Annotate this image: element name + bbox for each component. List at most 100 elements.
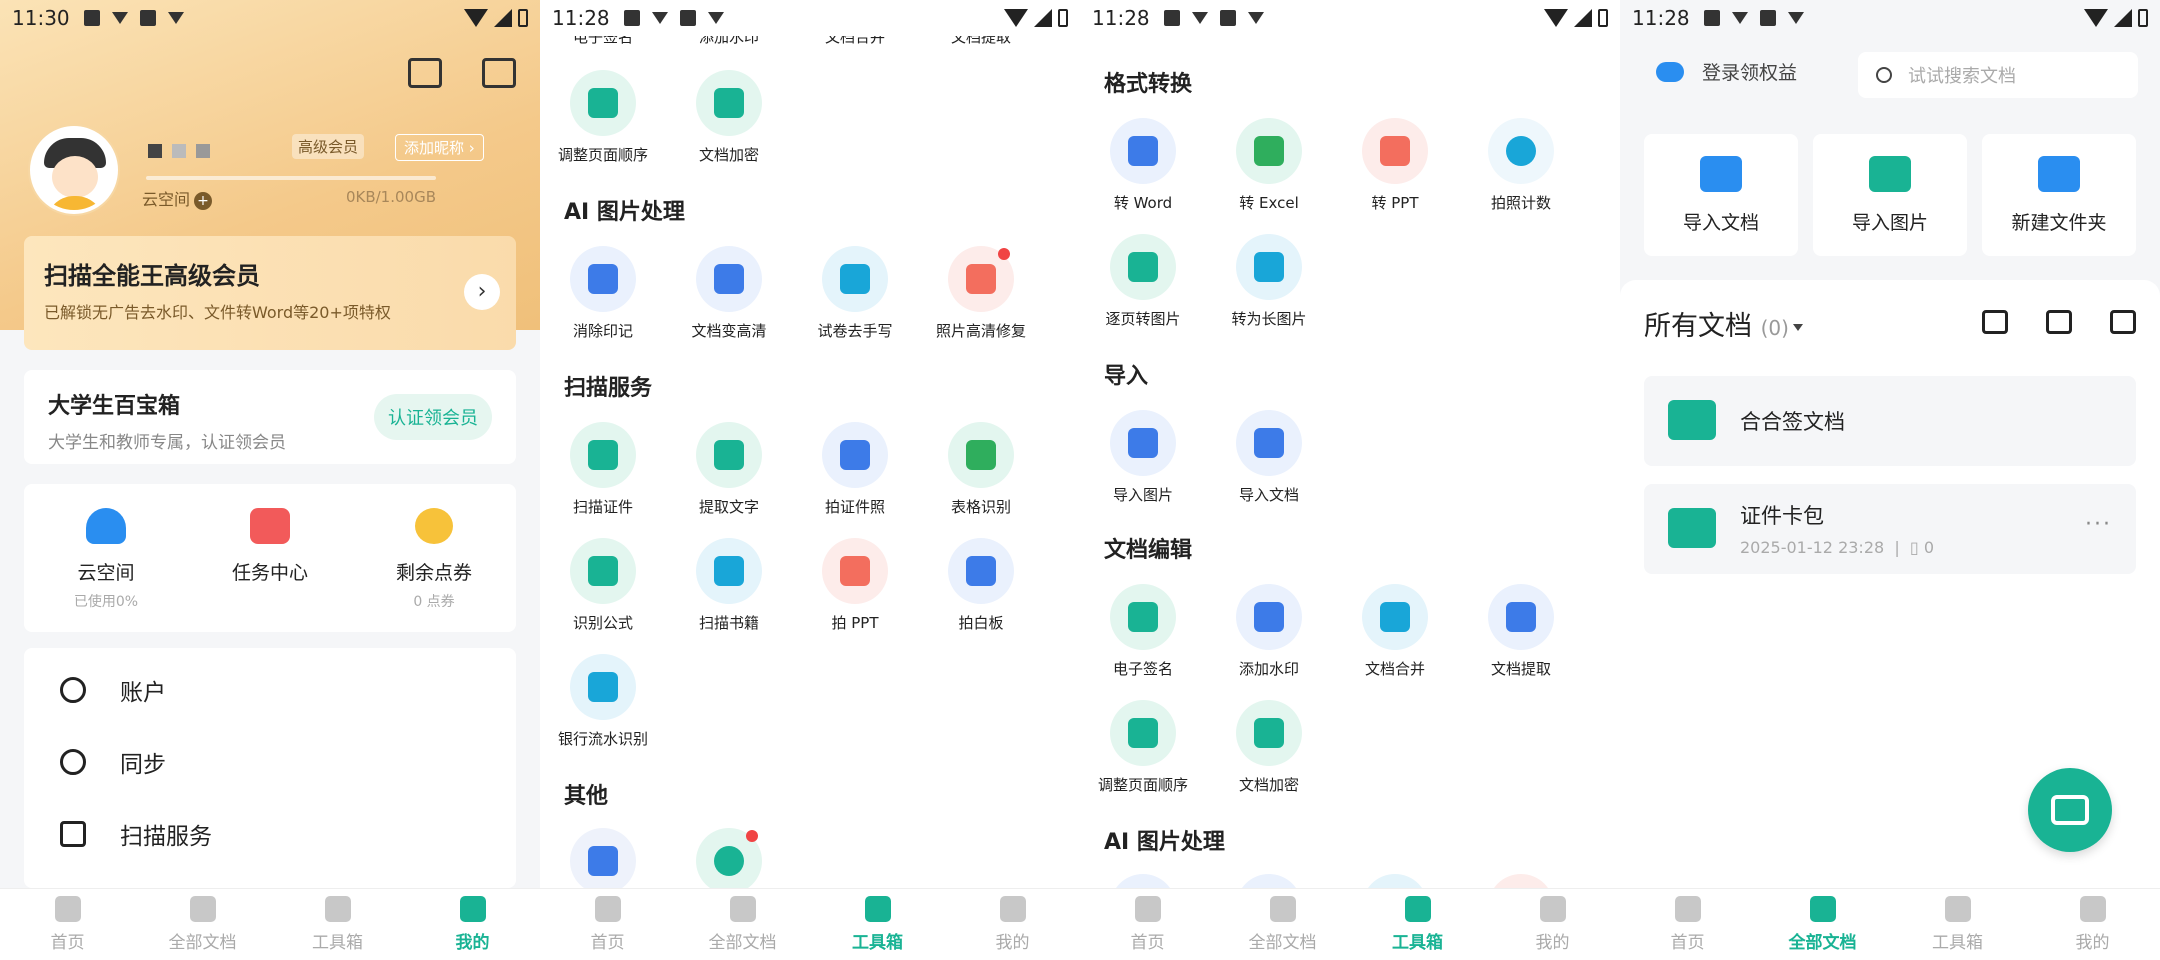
tab-all-docs[interactable]: 全部文档 (135, 889, 270, 960)
tab-home[interactable]: 首页 (0, 889, 135, 960)
import-doc-button[interactable]: 导入文档 (1644, 134, 1798, 256)
tool-bank-statement[interactable]: 银行流水识别 (540, 654, 666, 749)
all-docs-dropdown[interactable]: 所有文档 (0) (1644, 304, 1803, 343)
tool-photo-restore[interactable]: 照片高清修复 (918, 246, 1044, 341)
user-icon (459, 896, 486, 922)
chevron-right-icon[interactable]: › (464, 274, 500, 310)
tab-home[interactable]: 首页 (1080, 889, 1215, 960)
tool-encrypt-doc[interactable]: 文档加密 (666, 70, 792, 165)
status-time: 11:30 (12, 6, 70, 30)
menu-item-scan-service[interactable]: 扫描服务 (24, 798, 516, 870)
stat-task-center[interactable]: 任务中心 (188, 484, 352, 632)
dropdown-arrow-icon (1792, 324, 1803, 331)
tab-all-docs[interactable]: 全部文档 (675, 889, 810, 960)
vip-card[interactable]: 扫描全能王高级会员 已解锁无广告去水印、文件转Word等20+项特权 › (24, 236, 516, 350)
login-rewards-link[interactable]: 登录领权益 (1656, 58, 1797, 85)
tool-table-recognition[interactable]: 表格识别 (918, 422, 1044, 517)
status-bar: 11:28 (1620, 0, 2160, 36)
merge-icon (1380, 602, 1410, 632)
tool-whiteboard[interactable]: 拍白板 (918, 538, 1044, 633)
tab-my[interactable]: 我的 (405, 889, 540, 960)
screen-my: 11:30 高级会员 添加昵称 › 云空间 + 0KB/1.00GB 扫描全能王高… (0, 0, 540, 960)
tab-toolbox[interactable]: 工具箱 (1890, 889, 2025, 960)
tool-to-word[interactable]: 转 Word (1080, 118, 1206, 213)
tab-all-docs[interactable]: 全部文档 (1215, 889, 1350, 960)
toolbox-icon (864, 896, 891, 922)
import-doc-icon (1254, 428, 1284, 458)
message-icon[interactable] (482, 58, 516, 88)
tool-to-ppt[interactable]: 转 PPT (1332, 118, 1458, 213)
long-image-icon (1254, 252, 1284, 282)
tab-home[interactable]: 首页 (540, 889, 675, 960)
bank-statement-icon (588, 672, 618, 702)
tool-import-doc[interactable]: 导入文档 (1206, 410, 1332, 505)
new-folder-button[interactable]: 新建文件夹 (1982, 134, 2136, 256)
tool-esign[interactable]: 电子签名 (1080, 584, 1206, 679)
import-image-button[interactable]: 导入图片 (1813, 134, 1967, 256)
tool-long-image[interactable]: 转为长图片 (1206, 234, 1332, 329)
tool-to-excel[interactable]: 转 Excel (1206, 118, 1332, 213)
stamp-icon (1254, 602, 1284, 632)
battery-icon (2138, 9, 2148, 27)
stat-coupons[interactable]: 剩余点券 0 点券 (352, 484, 516, 632)
tool-reorder-pages[interactable]: 调整页面顺序 (540, 70, 666, 165)
tab-toolbox[interactable]: 工具箱 (270, 889, 405, 960)
sort-icon[interactable] (1982, 310, 2008, 334)
tool-formula[interactable]: 识别公式 (540, 538, 666, 633)
download-icon (1191, 12, 1208, 24)
tab-all-docs[interactable]: 全部文档 (1755, 889, 1890, 960)
battery-icon (518, 9, 528, 27)
tool-ppt-capture[interactable]: 拍 PPT (792, 538, 918, 633)
stat-cloud-space[interactable]: 云空间 已使用0% (24, 484, 188, 632)
add-nickname-button[interactable]: 添加昵称 › (395, 134, 484, 161)
tool-reorder-pages[interactable]: 调整页面顺序 (1080, 700, 1206, 795)
camera-fab-button[interactable] (2028, 768, 2112, 852)
download-icon (167, 12, 184, 24)
tab-my[interactable]: 我的 (1485, 889, 1620, 960)
tool-watermark[interactable]: 添加水印 (1206, 584, 1332, 679)
tool-remove-handwriting[interactable]: 试卷去手写 (792, 246, 918, 341)
tool-scan-id[interactable]: 扫描证件 (540, 422, 666, 517)
tab-my[interactable]: 我的 (2025, 889, 2160, 960)
hd-icon (714, 264, 744, 294)
student-toolbox-card[interactable]: 大学生百宝箱 大学生和教师专属，认证领会员 认证领会员 (24, 370, 516, 464)
tab-my[interactable]: 我的 (945, 889, 1080, 960)
download-icon (1787, 12, 1804, 24)
multi-select-icon[interactable] (2110, 310, 2136, 334)
cloud-space-label[interactable]: 云空间 + (142, 186, 213, 210)
scan-icon[interactable] (408, 58, 442, 88)
reorder-icon (1128, 718, 1158, 748)
tab-home[interactable]: 首页 (1620, 889, 1755, 960)
tool-extract-text[interactable]: 提取文字 (666, 422, 792, 517)
tool-id-photo[interactable]: 拍证件照 (792, 422, 918, 517)
folder-row[interactable]: 证件卡包 2025-01-12 23:28 | ▯ 0 ··· (1644, 484, 2136, 574)
tool-import-image[interactable]: 导入图片 (1080, 410, 1206, 505)
signal-icon (1574, 9, 1592, 27)
wifi-icon (1544, 9, 1568, 27)
folder-card-icon (1668, 508, 1716, 548)
tool-page-to-image[interactable]: 逐页转图片 (1080, 234, 1206, 329)
tool-scan-book[interactable]: 扫描书籍 (666, 538, 792, 633)
menu-item-account[interactable]: 账户 (24, 654, 516, 726)
tool-merge-doc[interactable]: 文档合并 (1332, 584, 1458, 679)
avatar[interactable] (30, 126, 118, 214)
tool-encrypt-doc[interactable]: 文档加密 (1206, 700, 1332, 795)
grid-view-icon[interactable] (2046, 310, 2072, 334)
search-input[interactable]: 试试搜索文档 (1858, 52, 2138, 98)
more-options-icon[interactable]: ··· (2085, 512, 2112, 537)
tool-extract-doc[interactable]: 文档提取 (1458, 584, 1584, 679)
home-icon (1674, 896, 1701, 922)
tab-toolbox[interactable]: 工具箱 (1350, 889, 1485, 960)
new-folder-icon (2038, 156, 2080, 192)
search-icon (1876, 67, 1892, 83)
menu-item-sync[interactable]: 同步 (24, 726, 516, 798)
tool-doc-hd[interactable]: 文档变高清 (666, 246, 792, 341)
verify-member-button[interactable]: 认证领会员 (374, 394, 492, 440)
tool-count-photo[interactable]: 拍照计数 (1458, 118, 1584, 213)
tab-toolbox[interactable]: 工具箱 (810, 889, 945, 960)
folder-row[interactable]: 合合签文档 (1644, 376, 2136, 466)
download-icon (707, 12, 724, 24)
screen-all-docs: 11:28 登录领权益 试试搜索文档 导入文档 导入图片 新建文件夹 所有文档 … (1620, 0, 2160, 960)
lock-icon (1254, 718, 1284, 748)
tool-remove-marks[interactable]: 消除印记 (540, 246, 666, 341)
